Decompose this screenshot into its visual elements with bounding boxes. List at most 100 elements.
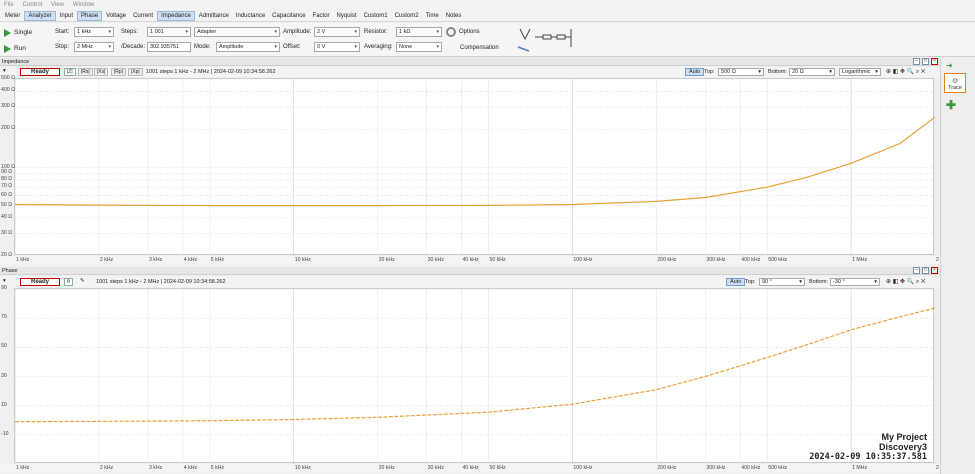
x-tick-label: 4 kHz xyxy=(183,257,198,263)
tab-impedance[interactable]: Impedance xyxy=(157,11,195,21)
arrow-right-icon[interactable]: ➜ xyxy=(946,61,953,70)
trace-line xyxy=(14,116,936,207)
x-tick-label: 40 kHz xyxy=(462,465,479,471)
maximize-icon[interactable]: □ xyxy=(922,267,929,274)
tab-current[interactable]: Current xyxy=(130,12,156,20)
trace-line xyxy=(14,307,936,423)
decade-label: /Decade: xyxy=(121,44,146,50)
offset-field[interactable]: 0 V ▾ xyxy=(314,42,360,52)
collapse-icon[interactable]: ▾ xyxy=(3,278,6,284)
watermark-device: Discovery3 xyxy=(878,442,927,452)
edit-icon[interactable]: ✎ xyxy=(80,278,85,284)
phase-x-axis: 1 kHz 2 kHz 3 kHz 4 kHz 5 kHz 10 kHz 20 kHz 30 … xyxy=(0,464,951,472)
resistor-select[interactable]: 1 kΩ ▾ xyxy=(396,27,442,37)
x-tick-label: 1 kHz xyxy=(16,257,30,263)
phase-panel-title: Phase xyxy=(2,267,18,274)
x-tick-label: 100 kHz xyxy=(573,257,593,263)
play-icon xyxy=(4,44,11,53)
start-field[interactable]: 1 kHz ▾ xyxy=(74,27,114,37)
impedance-plot-toolbar: ▾ Ready |Z| |Rs| |Xs| |Rp| |Xp| 1001 ste… xyxy=(0,67,940,77)
x-tick-label: 30 kHz xyxy=(427,465,444,471)
watermark: My Project Discovery3 2024-02-09 10:35:3… xyxy=(809,432,927,462)
run-button[interactable]: Run xyxy=(4,42,26,55)
steps-field[interactable]: 1 001 ▾ xyxy=(147,27,191,37)
mode-select[interactable]: Amplitude ▾ xyxy=(216,42,280,52)
impedance-scale-select[interactable]: Logarithmic ▾ xyxy=(839,68,881,76)
impedance-rs-button[interactable]: |Rs| xyxy=(78,68,93,76)
collapse-icon[interactable]: ▾ xyxy=(3,68,6,74)
adapter-select[interactable]: Adapter ▾ xyxy=(194,27,280,37)
phase-auto-button[interactable]: Auto xyxy=(726,278,746,286)
minimize-icon[interactable]: – xyxy=(913,58,920,65)
impedance-auto-button[interactable]: Auto xyxy=(685,68,705,76)
x-tick-label: 2 kHz xyxy=(99,465,114,471)
tab-meter[interactable]: Meter xyxy=(2,12,23,20)
y-tick-label: 500 Ω xyxy=(1,75,15,81)
menu-file[interactable]: File xyxy=(4,2,14,8)
options-button[interactable]: Options xyxy=(459,29,480,35)
chevron-down-icon: ▾ xyxy=(874,279,877,285)
x-tick-label: 2 kHz xyxy=(99,257,114,263)
play-icon xyxy=(4,28,11,37)
tab-custom1[interactable]: Custom1 xyxy=(361,12,391,20)
amplitude-field[interactable]: 2 V ▾ xyxy=(314,27,360,37)
impedance-top-field[interactable]: 500 Ω ▾ xyxy=(718,68,764,76)
side-panel: ➜ ⊙ Trace ✚ xyxy=(940,58,975,474)
decade-field[interactable]: 302.935751 xyxy=(147,42,191,52)
tab-analyzer[interactable]: Analyzer xyxy=(24,11,56,21)
close-icon[interactable]: × xyxy=(931,267,938,274)
x-tick-label: 40 kHz xyxy=(462,257,479,263)
impedance-rp-button[interactable]: |Rp| xyxy=(111,68,126,76)
maximize-icon[interactable]: □ xyxy=(922,58,929,65)
tab-input[interactable]: Input xyxy=(57,12,76,20)
chevron-down-icon: ▾ xyxy=(354,44,357,50)
chevron-down-icon: ▾ xyxy=(354,29,357,35)
phase-theta-button[interactable]: θ xyxy=(64,278,73,286)
single-button[interactable]: Single xyxy=(4,26,32,39)
mode-label: Mode: xyxy=(194,44,211,50)
impedance-z-button[interactable]: |Z| xyxy=(64,68,76,76)
x-tick-label: 30 kHz xyxy=(427,257,444,263)
y-tick-label: 400 Ω xyxy=(1,87,15,94)
circuit-diagram-icon[interactable] xyxy=(515,25,575,55)
minimize-icon[interactable]: – xyxy=(913,267,920,274)
toolbar-icons[interactable]: ⊕ ◧ ✥ 🔍 ⌕ ✕ xyxy=(886,68,925,76)
close-icon[interactable]: × xyxy=(931,58,938,65)
tab-inductance[interactable]: Inductance xyxy=(233,12,268,20)
y-tick-label: 50 xyxy=(1,343,7,350)
tab-admittance[interactable]: Admittance xyxy=(196,12,232,20)
menu-view[interactable]: View xyxy=(51,2,64,8)
tab-time[interactable]: Time xyxy=(423,12,442,20)
impedance-panel-title: Impedance xyxy=(2,58,30,65)
tab-phase[interactable]: Phase xyxy=(77,11,103,21)
chevron-down-icon: ▾ xyxy=(436,44,439,50)
x-tick-label: 1 MHz xyxy=(852,465,868,471)
amplitude-label: Amplitude: xyxy=(283,29,312,35)
toolbar-icons[interactable]: ⊕ ◧ ✥ 🔍 ⌕ ✕ xyxy=(886,278,925,286)
impedance-bottom-field[interactable]: 20 Ω ▾ xyxy=(789,68,835,76)
averaging-select[interactable]: None ▾ xyxy=(396,42,442,52)
add-trace-icon[interactable]: ✚ xyxy=(946,98,956,112)
tab-notes[interactable]: Notes xyxy=(443,12,465,20)
tab-nyquist[interactable]: Nyquist xyxy=(334,12,360,20)
trace-button[interactable]: ⊙ Trace xyxy=(944,73,966,93)
tab-voltage[interactable]: Voltage xyxy=(103,12,129,20)
tab-capacitance[interactable]: Capacitance xyxy=(269,12,308,20)
x-tick-label: 4 kHz xyxy=(183,465,198,471)
impedance-xs-button[interactable]: |Xs| xyxy=(94,68,109,76)
tab-factor[interactable]: Factor xyxy=(310,12,333,20)
phase-top-field[interactable]: 90 ° ▾ xyxy=(759,278,805,286)
phase-bottom-field[interactable]: -30 ° ▾ xyxy=(830,278,880,286)
impedance-info: 1001 steps 1 kHz - 2 MHz | 2024-02-09 10… xyxy=(146,69,276,75)
menu-control[interactable]: Control xyxy=(23,2,42,8)
offset-label: Offset: xyxy=(283,44,301,50)
tab-custom2[interactable]: Custom2 xyxy=(392,12,422,20)
chevron-down-icon: ▾ xyxy=(108,29,111,35)
impedance-plot[interactable] xyxy=(14,78,936,257)
stop-field[interactable]: 2 MHz ▾ xyxy=(74,42,114,52)
y-tick-label: 80 Ω xyxy=(1,175,13,182)
x-tick-label: 500 kHz xyxy=(768,257,788,263)
impedance-xp-button[interactable]: |Xp| xyxy=(128,68,143,76)
menu-window[interactable]: Window xyxy=(73,2,94,8)
phase-plot[interactable] xyxy=(14,288,936,464)
